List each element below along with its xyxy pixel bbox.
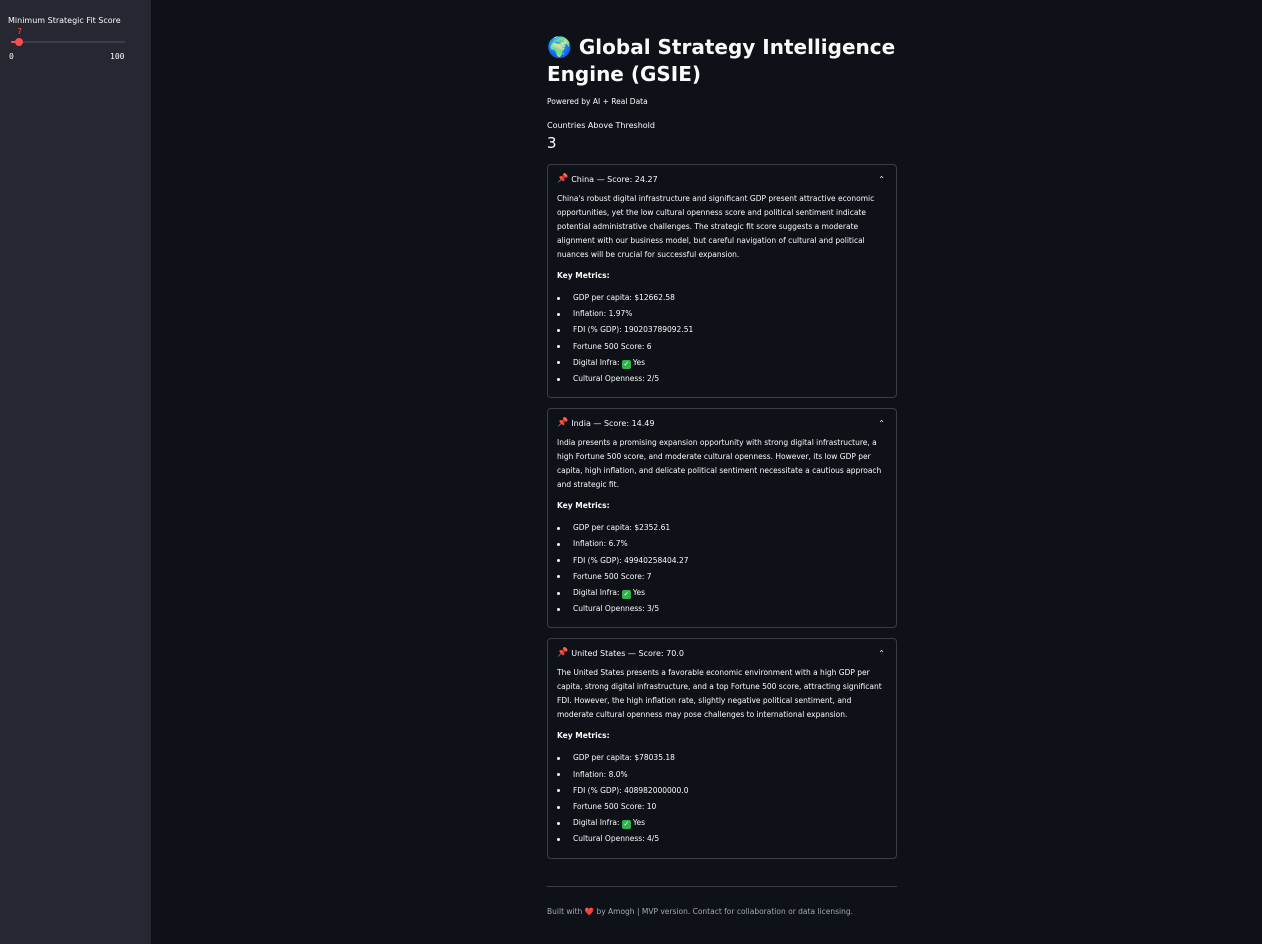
country-expander: 📌 United States — Score: 70.0 ⌃ The Unit… (547, 638, 897, 859)
country-expander: 📌 China — Score: 24.27 ⌃ China's robust … (547, 164, 897, 399)
pushpin-icon: 📌 (557, 418, 569, 429)
footer: Built with ❤️ by Amogh | MVP version. Co… (547, 907, 897, 916)
check-icon: ✓ (621, 590, 631, 600)
digital-infra-label: Digital Infra: (573, 818, 620, 828)
page-subtitle: Powered by AI + Real Data (547, 97, 648, 106)
expander-header[interactable]: 📌 India — Score: 14.49 ⌃ (557, 417, 887, 429)
page-title: 🌍 Global Strategy Intelligence Engine (G… (547, 35, 896, 86)
chevron-up-icon[interactable]: ⌃ (878, 419, 887, 428)
expander-header[interactable]: 📌 China — Score: 24.27 ⌃ (557, 173, 887, 185)
metrics-list: GDP per capita: $2352.61 Inflation: 6.7% F… (557, 520, 887, 617)
metric-item: Inflation: 1.97% (557, 306, 887, 322)
sidebar: Minimum Strategic Fit Score 7 0 100 (0, 0, 151, 944)
expander-header-left: 📌 China — Score: 24.27 (557, 174, 658, 184)
digital-infra-value: Yes (632, 357, 646, 367)
expander-title: China — Score: 24.27 (571, 174, 658, 184)
country-summary: China's robust digital infrastructure an… (557, 194, 875, 259)
slider-thumb[interactable] (14, 38, 23, 46)
country-summary: The United States presents a favorable e… (557, 668, 882, 720)
digital-infra-value: Yes (632, 818, 646, 828)
expander-list: 📌 China — Score: 24.27 ⌃ China's robust … (547, 164, 897, 859)
key-metrics-heading: Key Metrics: (557, 271, 610, 280)
digital-infra-label: Digital Infra: (573, 357, 620, 367)
metric-item: Inflation: 6.7% (557, 536, 887, 552)
heart-icon: ❤️ (584, 906, 595, 916)
metric-item: Cultural Openness: 4/5 (557, 831, 887, 847)
key-metrics-heading: Key Metrics: (557, 731, 610, 741)
pushpin-icon: 📌 (557, 174, 569, 184)
metric-item: Digital Infra: ✓ Yes (557, 585, 887, 601)
metric-item: Fortune 500 Score: 10 (557, 799, 887, 815)
metrics-list: GDP per capita: $12662.58 Inflation: 1.97… (557, 290, 887, 387)
metric-item: Fortune 500 Score: 6 (557, 339, 887, 355)
main-content: 🌍 Global Strategy Intelligence Engine (G… (547, 34, 897, 916)
slider-track[interactable] (11, 38, 125, 46)
metrics-list: GDP per capita: $78035.18 Inflation: 8.0%… (557, 750, 887, 847)
metric-value: 3 (547, 134, 557, 152)
slider-min-label: 0 (9, 52, 14, 61)
footer-built-with: Built with (547, 906, 583, 916)
slider-max-label: 100 (110, 52, 125, 61)
metric-item: FDI (% GDP): 408982000000.0 (557, 783, 887, 799)
slider-label: Minimum Strategic Fit Score (8, 16, 121, 25)
digital-infra-label: Digital Infra: (573, 588, 620, 598)
metric-item: Digital Infra: ✓ Yes (557, 815, 887, 831)
metric-label: Countries Above Threshold (547, 121, 655, 130)
check-icon: ✓ (621, 359, 631, 369)
footer-divider (547, 885, 897, 887)
metric-item: GDP per capita: $12662.58 (557, 290, 887, 306)
metric-item: Digital Infra: ✓ Yes (557, 355, 887, 371)
country-expander: 📌 India — Score: 14.49 ⌃ India presents … (547, 408, 897, 629)
expander-title: India — Score: 14.49 (571, 418, 655, 428)
key-metrics-heading: Key Metrics: (557, 501, 610, 511)
chevron-up-icon[interactable]: ⌃ (878, 175, 887, 184)
metric-item: FDI (% GDP): 49940258404.27 (557, 553, 887, 569)
metric-item: FDI (% GDP): 190203789092.51 (557, 322, 887, 338)
chevron-up-icon[interactable]: ⌃ (878, 649, 887, 658)
check-icon: ✓ (621, 820, 631, 830)
metric-item: Fortune 500 Score: 7 (557, 569, 887, 585)
expander-header-left: 📌 United States — Score: 70.0 (557, 648, 684, 658)
pushpin-icon: 📌 (557, 648, 569, 659)
digital-infra-value: Yes (632, 588, 646, 598)
metric-item: Inflation: 8.0% (557, 767, 887, 783)
expander-title: United States — Score: 70.0 (571, 648, 684, 658)
slider-value: 7 (16, 27, 23, 36)
country-summary: India presents a promising expansion opp… (557, 438, 882, 490)
expander-header[interactable]: 📌 United States — Score: 70.0 ⌃ (557, 647, 887, 659)
metric-item: GDP per capita: $78035.18 (557, 750, 887, 766)
metric-item: Cultural Openness: 3/5 (557, 601, 887, 617)
metric-item: Cultural Openness: 2/5 (557, 371, 887, 387)
expander-header-left: 📌 India — Score: 14.49 (557, 418, 654, 428)
metric-item: GDP per capita: $2352.61 (557, 520, 887, 536)
footer-text: by Amogh | MVP version. Contact for coll… (596, 906, 853, 916)
